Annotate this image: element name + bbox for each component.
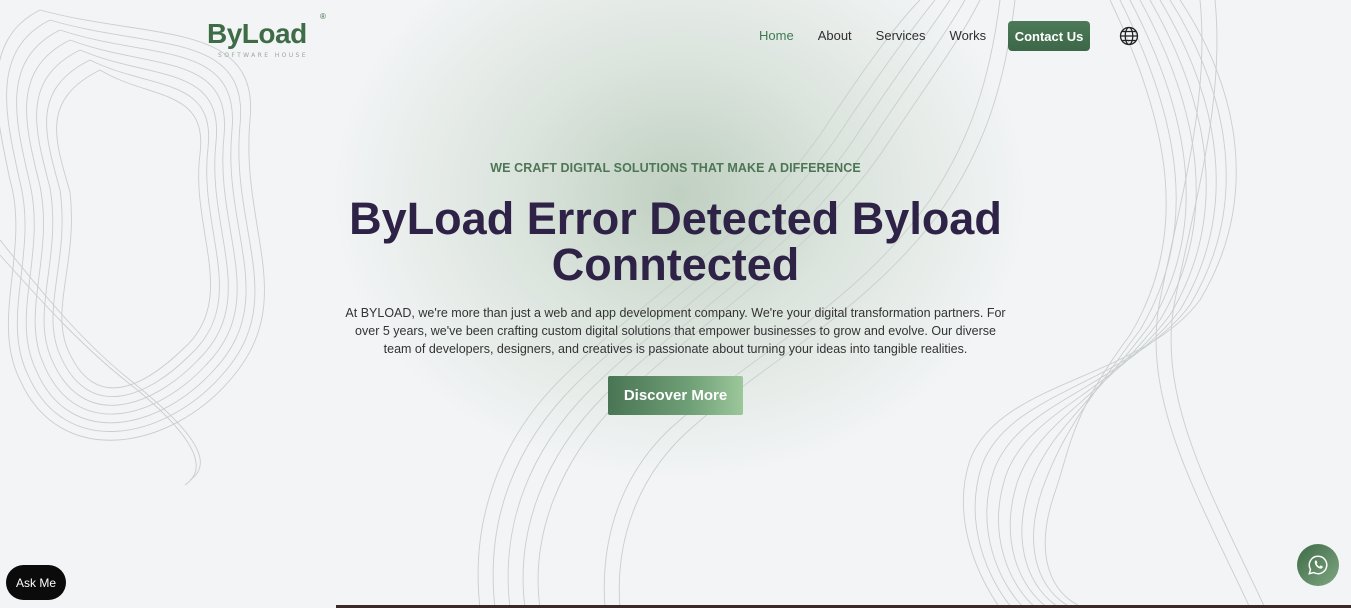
hero-eyebrow: WE CRAFT DIGITAL SOLUTIONS THAT MAKE A D… bbox=[490, 161, 861, 175]
whatsapp-icon bbox=[1308, 555, 1328, 575]
logo-wordmark: ByLoad bbox=[207, 18, 307, 49]
globe-icon[interactable] bbox=[1119, 26, 1139, 46]
nav-services[interactable]: Services bbox=[876, 27, 926, 45]
hero-title: ByLoad Error Detected Byload Conntected bbox=[349, 193, 1002, 290]
main-nav: Home About Services Works bbox=[759, 27, 1010, 45]
discover-more-button[interactable]: Discover More bbox=[608, 376, 743, 415]
nav-works[interactable]: Works bbox=[950, 27, 987, 45]
nav-home[interactable]: Home bbox=[759, 27, 794, 45]
contact-us-button[interactable]: Contact Us bbox=[1008, 21, 1090, 51]
brand-logo[interactable]: ByLoad ® SOFTWARE HOUSE bbox=[207, 12, 332, 62]
logo-subtitle: SOFTWARE HOUSE bbox=[218, 52, 308, 59]
whatsapp-button[interactable] bbox=[1297, 544, 1339, 586]
registered-mark: ® bbox=[320, 12, 326, 21]
nav-about[interactable]: About bbox=[818, 27, 852, 45]
ask-me-button[interactable]: Ask Me bbox=[6, 565, 66, 600]
hero-description: At BYLOAD, we're more than just a web an… bbox=[345, 306, 1006, 356]
